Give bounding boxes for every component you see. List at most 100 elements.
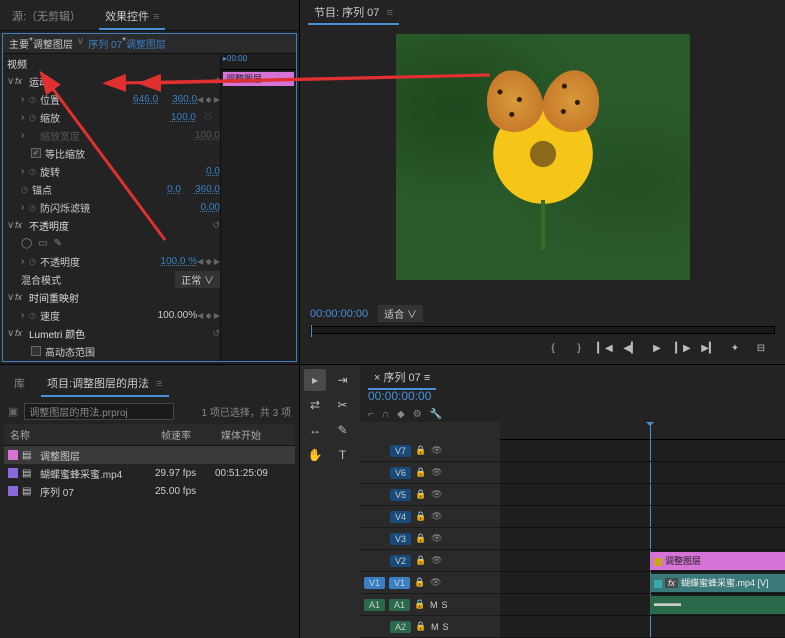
label-swatch[interactable]: [8, 468, 18, 478]
timeline-ruler[interactable]: [500, 422, 785, 440]
lock-icon[interactable]: 🔒: [415, 467, 427, 478]
eye-icon[interactable]: 👁: [430, 577, 442, 588]
track-lane[interactable]: [500, 506, 785, 528]
project-item[interactable]: ▤序列 0725.00 fps: [4, 482, 295, 500]
tab-source[interactable]: 源:（无剪辑）: [6, 4, 87, 30]
lock-icon[interactable]: 🔒: [415, 555, 427, 566]
track-lane[interactable]: [500, 484, 785, 506]
eye-icon[interactable]: 👁: [431, 533, 443, 544]
razor-tool[interactable]: ✂: [332, 394, 354, 416]
motion-group[interactable]: 运动: [29, 74, 89, 89]
project-search-input[interactable]: [24, 403, 174, 420]
track-target[interactable]: V4: [390, 511, 411, 523]
program-timecode[interactable]: 00:00:00:00: [310, 308, 368, 320]
eye-icon[interactable]: 👁: [431, 555, 443, 566]
timeline-timecode[interactable]: 00:00:00:00: [368, 389, 431, 403]
twirl-icon[interactable]: ∨: [7, 76, 15, 87]
lift-button[interactable]: ⊟: [753, 340, 769, 356]
tab-program[interactable]: 节目: 序列 07 ≡: [308, 3, 399, 25]
hdr-checkbox[interactable]: [31, 346, 41, 356]
go-to-in-button[interactable]: ▎◀: [597, 340, 613, 356]
mask-rect-icon[interactable]: ▭: [38, 238, 47, 249]
reset-icon[interactable]: ↺: [212, 76, 220, 87]
linked-selection-icon[interactable]: ∩: [382, 409, 389, 420]
label-swatch[interactable]: [8, 450, 18, 460]
track-lane[interactable]: [500, 528, 785, 550]
mark-out-button[interactable]: }: [571, 340, 587, 356]
clip-video[interactable]: fx蝴蝶蜜蜂采蜜.mp4 [V]: [650, 574, 785, 592]
solo-icon[interactable]: S: [442, 600, 448, 610]
pen-tool[interactable]: ✎: [332, 419, 354, 441]
label-swatch[interactable]: [8, 486, 18, 496]
lock-icon[interactable]: 🔒: [415, 445, 427, 456]
track-lane[interactable]: fx蝴蝶蜜蜂采蜜.mp4 [V]: [500, 572, 785, 594]
video-track-header[interactable]: V7 🔒 👁: [360, 440, 500, 462]
playhead-icon[interactable]: ▸00:00: [223, 54, 247, 63]
hand-tool[interactable]: ✋: [304, 444, 326, 466]
eye-icon[interactable]: 👁: [431, 489, 443, 500]
go-to-out-button[interactable]: ▶▎: [701, 340, 717, 356]
col-framerate[interactable]: 帧速率: [155, 424, 215, 445]
track-target[interactable]: V3: [390, 533, 411, 545]
track-target[interactable]: V1: [389, 577, 410, 589]
stopwatch-icon[interactable]: ◷: [29, 95, 40, 104]
type-tool[interactable]: T: [332, 444, 354, 466]
track-lane[interactable]: [500, 616, 785, 638]
rotation-value[interactable]: 0.0: [206, 166, 220, 177]
position-y[interactable]: 360.0: [172, 94, 197, 105]
export-frame-button[interactable]: ✦: [727, 340, 743, 356]
track-lane[interactable]: [500, 440, 785, 462]
mask-pen-icon[interactable]: ✎: [54, 238, 62, 249]
effect-clip-bar[interactable]: 调整图层: [223, 72, 294, 86]
track-target[interactable]: V6: [390, 467, 411, 479]
snap-icon[interactable]: ⌐: [368, 409, 374, 420]
mute-icon[interactable]: M: [430, 600, 438, 610]
lock-icon[interactable]: 🔒: [414, 577, 426, 588]
blend-mode-dropdown[interactable]: 正常 ∨: [175, 271, 220, 288]
video-track-header[interactable]: V2 🔒 👁: [360, 550, 500, 572]
step-forward-button[interactable]: ▎▶: [675, 340, 691, 356]
program-scrubber[interactable]: [310, 326, 775, 334]
track-lane[interactable]: ▬▬▬: [500, 594, 785, 616]
track-select-tool[interactable]: ⇥: [332, 369, 354, 391]
selection-tool[interactable]: ▸: [304, 369, 326, 391]
marker-icon[interactable]: ◆: [397, 409, 405, 420]
fx-badge[interactable]: fx: [15, 76, 29, 86]
tab-library[interactable]: 库: [8, 371, 31, 397]
position-x[interactable]: 646.0: [133, 94, 158, 105]
solo-icon[interactable]: S: [443, 622, 449, 632]
video-track-header[interactable]: V1 V1 🔒 👁: [360, 572, 500, 594]
clip-audio[interactable]: ▬▬▬: [650, 596, 785, 614]
track-target[interactable]: V2: [390, 555, 411, 567]
video-track-header[interactable]: V4 🔒 👁: [360, 506, 500, 528]
track-lane[interactable]: [500, 462, 785, 484]
track-target[interactable]: V5: [390, 489, 411, 501]
eye-icon[interactable]: 👁: [431, 445, 443, 456]
opacity-group[interactable]: 不透明度: [29, 218, 89, 233]
audio-track-header[interactable]: A2🔒MS: [360, 616, 500, 638]
panel-menu-icon[interactable]: ≡: [153, 11, 159, 23]
mute-icon[interactable]: M: [431, 622, 439, 632]
project-item[interactable]: ▤调整图层: [4, 446, 295, 464]
eye-icon[interactable]: 👁: [431, 511, 443, 522]
video-track-header[interactable]: V5 🔒 👁: [360, 484, 500, 506]
tab-project[interactable]: 项目:调整图层的用法 ≡: [41, 371, 169, 397]
mask-ellipse-icon[interactable]: ◯: [21, 238, 32, 249]
scale-value[interactable]: 100.0: [171, 112, 196, 123]
lock-icon[interactable]: 🔒: [415, 489, 427, 500]
col-media-start[interactable]: 媒体开始: [215, 424, 295, 445]
mark-in-button[interactable]: {: [545, 340, 561, 356]
settings-icon[interactable]: ⚙: [413, 409, 422, 420]
track-target[interactable]: V7: [390, 445, 411, 457]
wrench-icon[interactable]: 🔧: [430, 409, 442, 420]
slip-tool[interactable]: ↔: [304, 419, 326, 441]
step-back-button[interactable]: ◀▎: [623, 340, 639, 356]
lock-icon[interactable]: 🔒: [415, 511, 427, 522]
clip-adjustment-layer[interactable]: 调整图层: [650, 552, 785, 570]
source-patch[interactable]: V1: [364, 577, 385, 589]
lock-icon[interactable]: 🔒: [415, 533, 427, 544]
project-item[interactable]: ▤蝴蝶蜜蜂采蜜.mp429.97 fps00:51:25:09: [4, 464, 295, 482]
eye-icon[interactable]: 👁: [431, 467, 443, 478]
uniform-scale-checkbox[interactable]: [31, 148, 41, 158]
program-video-frame[interactable]: [396, 34, 690, 280]
